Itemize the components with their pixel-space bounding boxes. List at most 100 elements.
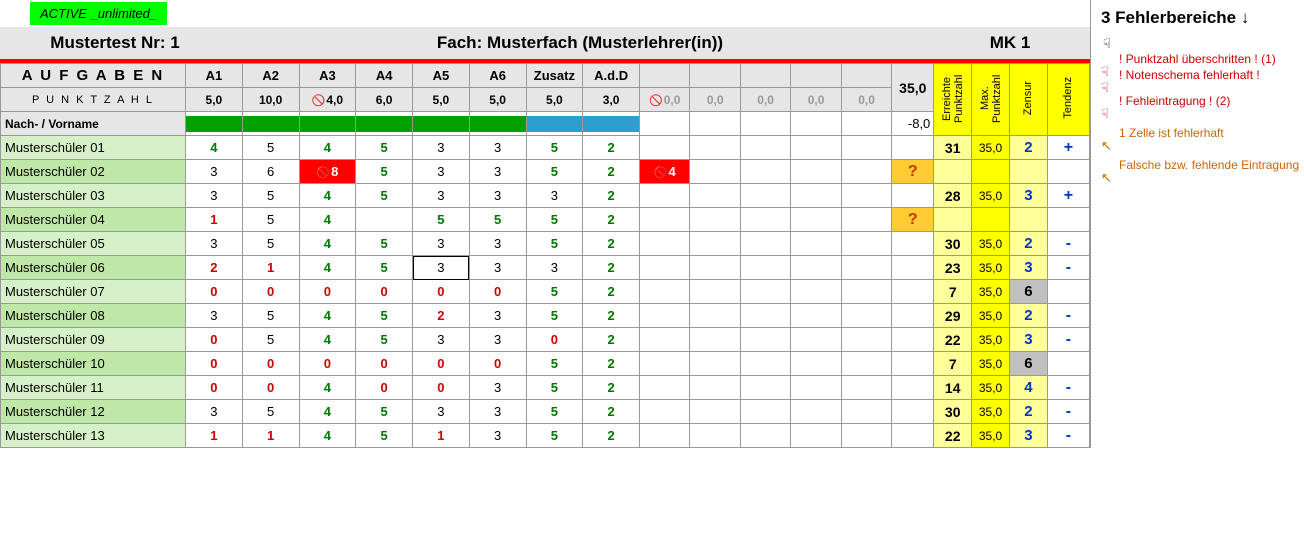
pts-4[interactable]: 5,0 (413, 88, 470, 112)
cell[interactable]: 5 (469, 208, 526, 232)
cell[interactable]: 0 (413, 280, 470, 304)
cell[interactable] (791, 376, 841, 400)
cell[interactable]: 5 (242, 184, 299, 208)
cell[interactable] (690, 400, 740, 424)
cell[interactable]: 8 (299, 160, 356, 184)
cell[interactable]: 4 (299, 304, 356, 328)
cell[interactable]: 3 (413, 400, 470, 424)
cell[interactable] (841, 424, 891, 448)
cell[interactable]: 4 (299, 424, 356, 448)
cell[interactable] (740, 304, 790, 328)
cell[interactable]: 4 (299, 184, 356, 208)
cell[interactable] (690, 136, 740, 160)
cell[interactable] (640, 208, 690, 232)
cell[interactable] (740, 232, 790, 256)
cell[interactable]: 3 (469, 256, 526, 280)
cell[interactable]: 3 (469, 160, 526, 184)
cell[interactable]: 0 (356, 352, 413, 376)
cell[interactable] (841, 280, 891, 304)
cell[interactable]: 4 (299, 208, 356, 232)
student-name[interactable]: Musterschüler 04 (1, 208, 186, 232)
student-name[interactable]: Musterschüler 03 (1, 184, 186, 208)
cell[interactable] (791, 352, 841, 376)
cell[interactable] (791, 280, 841, 304)
cell[interactable] (690, 280, 740, 304)
cell[interactable] (690, 352, 740, 376)
cell[interactable]: 2 (583, 256, 640, 280)
cell[interactable]: 5 (526, 400, 583, 424)
cell[interactable]: 5 (526, 280, 583, 304)
cell[interactable] (640, 184, 690, 208)
cell[interactable]: 3 (469, 136, 526, 160)
cell[interactable]: 1 (186, 208, 243, 232)
cell[interactable]: 3 (469, 328, 526, 352)
cell[interactable]: 0 (413, 376, 470, 400)
cell-selected[interactable]: 3 (413, 256, 470, 280)
cell[interactable]: 2 (583, 352, 640, 376)
cell[interactable]: 2 (583, 184, 640, 208)
cell[interactable]: 2 (583, 304, 640, 328)
cell[interactable] (841, 208, 891, 232)
student-name[interactable]: Musterschüler 08 (1, 304, 186, 328)
cell[interactable]: 5 (356, 400, 413, 424)
cell[interactable]: 3 (186, 160, 243, 184)
cell[interactable]: 0 (242, 352, 299, 376)
cell[interactable]: 2 (583, 400, 640, 424)
cell[interactable]: 5 (242, 208, 299, 232)
cell[interactable]: 3 (413, 184, 470, 208)
cell[interactable] (690, 424, 740, 448)
cell[interactable] (690, 208, 740, 232)
cell[interactable] (690, 184, 740, 208)
cell[interactable]: 5 (356, 328, 413, 352)
cell[interactable] (740, 160, 790, 184)
pts-7[interactable]: 3,0 (583, 88, 640, 112)
cell[interactable] (791, 424, 841, 448)
cell[interactable]: 1 (242, 424, 299, 448)
cell[interactable]: 0 (469, 352, 526, 376)
cell[interactable]: 5 (356, 136, 413, 160)
cell[interactable]: 5 (526, 136, 583, 160)
cell[interactable]: 6 (242, 160, 299, 184)
student-name[interactable]: Musterschüler 02 (1, 160, 186, 184)
cell[interactable]: 0 (242, 280, 299, 304)
cell[interactable]: 5 (526, 232, 583, 256)
cell[interactable]: 0 (299, 352, 356, 376)
cell[interactable]: 3 (186, 232, 243, 256)
gpts-2[interactable]: 0,0 (740, 88, 790, 112)
gpts-1[interactable]: 0,0 (690, 88, 740, 112)
cell[interactable] (841, 376, 891, 400)
cell[interactable] (791, 208, 841, 232)
cell[interactable]: 2 (583, 280, 640, 304)
cell[interactable] (740, 208, 790, 232)
cell[interactable]: 3 (413, 232, 470, 256)
cell[interactable]: 0 (469, 280, 526, 304)
student-name[interactable]: Musterschüler 07 (1, 280, 186, 304)
cell[interactable]: 4 (299, 376, 356, 400)
cell[interactable]: 0 (242, 376, 299, 400)
cell[interactable]: 3 (186, 400, 243, 424)
cell[interactable]: 0 (413, 352, 470, 376)
cell[interactable]: 0 (356, 280, 413, 304)
cell[interactable]: 2 (583, 376, 640, 400)
cell[interactable]: 0 (299, 280, 356, 304)
cell[interactable] (690, 376, 740, 400)
cell[interactable] (356, 208, 413, 232)
cell[interactable]: 3 (413, 160, 470, 184)
cell[interactable] (791, 256, 841, 280)
cell[interactable]: 2 (583, 424, 640, 448)
gpts-4[interactable]: 0,0 (841, 88, 891, 112)
cell[interactable]: 4 (299, 232, 356, 256)
cell[interactable]: 0 (186, 352, 243, 376)
cell[interactable] (791, 184, 841, 208)
cell[interactable]: 2 (583, 136, 640, 160)
cell[interactable] (640, 376, 690, 400)
cell[interactable]: 5 (356, 256, 413, 280)
cell[interactable]: 3 (469, 424, 526, 448)
cell[interactable] (690, 256, 740, 280)
cell[interactable] (690, 160, 740, 184)
cell[interactable]: 5 (526, 424, 583, 448)
cell[interactable]: 5 (242, 136, 299, 160)
pts-6[interactable]: 5,0 (526, 88, 583, 112)
student-name[interactable]: Musterschüler 05 (1, 232, 186, 256)
cell[interactable] (740, 280, 790, 304)
